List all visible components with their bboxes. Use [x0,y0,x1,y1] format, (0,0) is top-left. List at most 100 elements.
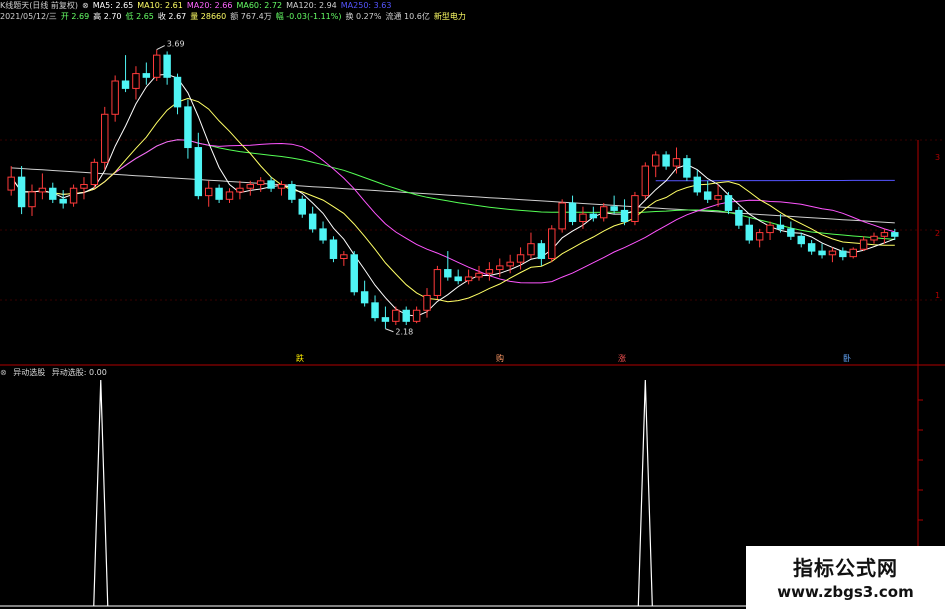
ma-label-3: MA10: 2.61 [137,1,183,10]
candle-body-16 [173,76,182,108]
candle-body-38 [402,309,410,322]
stock-chart-window: { "header": { "line1": [ {"text":"K线题天(日… [0,0,945,609]
candle-body-9 [101,113,109,163]
candle-body-33 [350,254,358,293]
candle-body-60 [631,195,639,223]
candle-body-51 [537,243,546,259]
candle-body-44 [464,276,473,282]
candle-body-42 [444,269,452,278]
candle-body-73 [766,224,774,234]
candle-body-22 [236,187,244,193]
candle-body-84 [880,232,889,237]
candle-body-30 [319,228,327,241]
low-annotation: 2.18 [395,328,413,337]
quote-field-2: 高 2.70 [93,12,122,21]
candle-body-17 [184,106,192,149]
candle-body-14 [153,54,161,78]
ma20-line [10,139,895,284]
candle-body-49 [516,254,525,263]
candle-body-57 [600,206,608,219]
candle-body-6 [69,187,78,204]
signal-spike-1 [637,379,653,607]
candle-body-62 [651,154,660,167]
quote-field-9: 流通 10.6亿 [385,12,430,21]
quote-field-1: 开 2.69 [60,12,90,21]
candle-body-59 [620,209,629,223]
quote-field-8: 换 0.27% [345,12,382,21]
candle-body-74 [776,224,785,230]
candle-body-28 [298,198,306,215]
candle-body-11 [121,80,130,89]
candle-body-19 [204,187,213,197]
marker-1: 购 [496,353,504,363]
candle-body-46 [485,269,494,274]
candle-body-31 [329,239,338,259]
quote-field-4: 收 2.67 [157,12,187,21]
quote-field-3: 低 2.65 [125,12,154,21]
marker-2: 涨 [618,353,626,363]
candle-body-10 [111,80,119,115]
ma-label-7: MA250: 3.63 [340,1,392,10]
watermark-title: 指标公式网 [793,556,898,580]
quote-field-6: 额 767.4万 [230,12,272,21]
candle-body-66 [693,176,702,193]
candle-body-85 [891,232,899,237]
candle-body-12 [132,73,140,89]
candle-body-34 [360,291,369,304]
candle-body-3 [38,187,47,193]
candle-body-80 [839,250,847,258]
candle-body-52 [548,228,556,259]
candle-body-18 [194,147,203,197]
ma-label-6: MA120: 2.94 [286,1,337,10]
ma120-line [11,167,895,224]
ma-label-4: MA20: 2.66 [186,1,233,10]
candle-body-0 [7,176,15,191]
candle-body-76 [797,235,805,245]
candle-body-63 [662,154,670,167]
candle-body-55 [579,213,587,223]
candle-body-50 [527,243,535,256]
candle-body-83 [870,235,878,241]
candle-body-79 [828,250,837,256]
indicator-title: 异动选股 [13,368,46,377]
candle-body-61 [641,165,650,197]
candle-body-43 [454,276,462,282]
candle-body-5 [59,198,67,204]
ma10-line [10,97,895,303]
candle-body-2 [28,191,36,208]
candle-body-67 [703,191,712,200]
candle-body-81 [849,248,857,258]
candle-body-70 [735,209,743,226]
candle-body-8 [90,161,99,186]
candle-body-77 [807,243,816,252]
chart-header: K线题天(日线 前复权) ⊗ MA5: 2.65 MA10: 2.61 MA20: 2.… [0,0,930,36]
candle-body-36 [381,317,390,322]
ma60-line [10,139,895,240]
candle-body-72 [755,232,764,241]
indicator-icon: ⊗ [0,368,7,377]
candle-body-13 [142,73,151,78]
axis-label-2: 1 [935,291,940,300]
candle-body-78 [818,250,826,256]
quote-field-7: 幅 -0.03(-1.11%) [275,12,342,21]
candle-body-56 [589,213,598,219]
candle-body-26 [277,184,286,189]
candle-body-25 [267,180,275,189]
candle-body-71 [745,224,753,241]
marker-0: 跌 [296,353,304,363]
ma-label-0: K线题天(日线 前复权) [0,1,79,10]
candle-body-4 [49,187,57,200]
candle-body-21 [225,191,234,200]
candle-body-53 [558,202,566,230]
candle-body-29 [308,213,317,230]
candle-body-15 [163,54,171,78]
candle-body-35 [371,302,379,319]
candle-body-48 [506,261,514,267]
candle-body-45 [475,272,483,278]
candle-body-32 [340,254,348,259]
marker-3: 卧 [843,354,851,363]
ma-label-5: MA60: 2.72 [236,1,283,10]
ma-label-1: ⊗ [82,1,89,10]
low-pointer [385,328,394,333]
candle-body-65 [683,158,691,178]
